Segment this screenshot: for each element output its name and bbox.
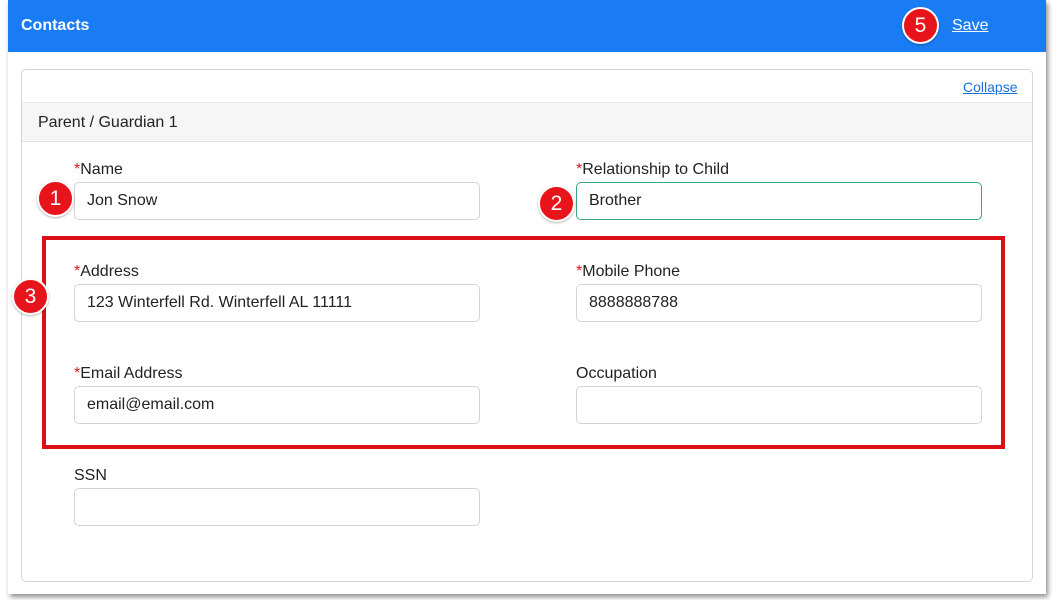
collapse-link[interactable]: Collapse <box>963 79 1017 95</box>
name-field[interactable]: Jon Snow <box>74 182 480 220</box>
highlight-box <box>42 236 1005 449</box>
callout-badge-3: 3 <box>12 278 49 315</box>
save-button[interactable]: Save <box>952 17 988 35</box>
callout-badge-2: 2 <box>538 185 575 222</box>
relationship-label: *Relationship to Child <box>576 161 729 178</box>
section-title: Parent / Guardian 1 <box>38 114 178 131</box>
ssn-field[interactable] <box>74 488 480 526</box>
ssn-label: SSN <box>74 467 107 484</box>
contacts-window: Contacts 5 Save Collapse Parent / Guardi… <box>8 0 1046 594</box>
callout-badge-5: 5 <box>902 7 939 44</box>
card-header: Parent / Guardian 1 <box>22 102 1032 142</box>
top-bar: Contacts 5 Save <box>8 0 1046 52</box>
page-title: Contacts <box>21 17 90 34</box>
relationship-field[interactable]: Brother <box>576 182 982 220</box>
name-label: *Name <box>74 161 123 178</box>
callout-badge-1: 1 <box>37 180 74 217</box>
